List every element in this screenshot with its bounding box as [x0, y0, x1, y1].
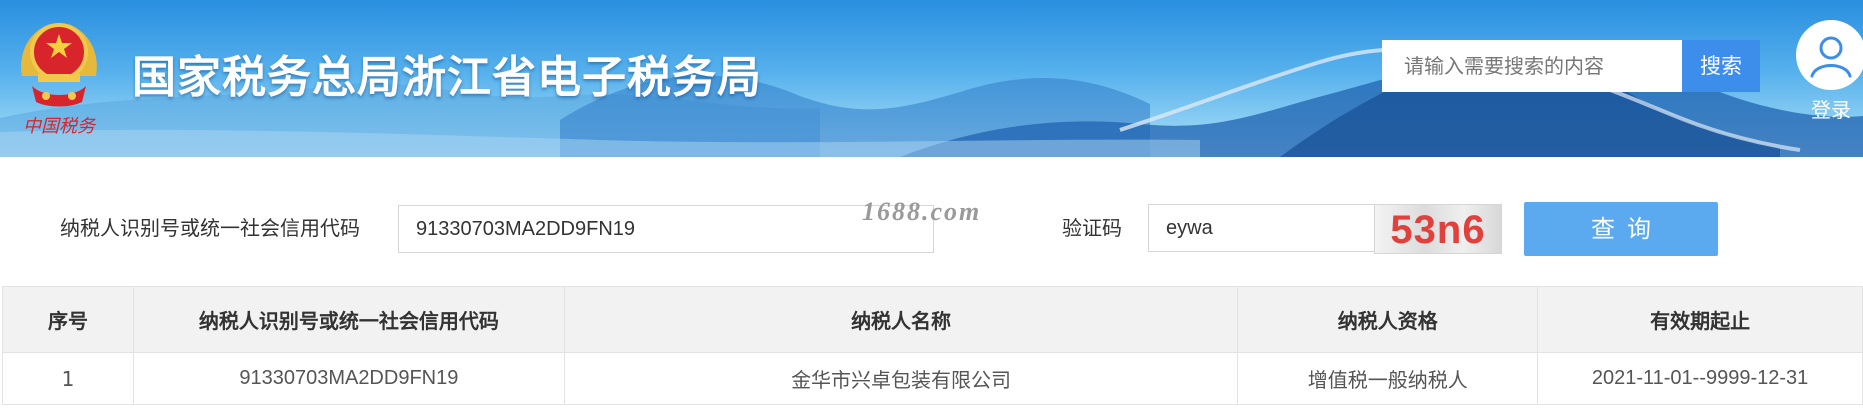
login-label[interactable]: 登录 — [1796, 94, 1863, 123]
cell-qualification: 增值税一般纳税人 — [1237, 352, 1539, 405]
taxpayer-id-input[interactable] — [398, 205, 934, 253]
captcha-image[interactable]: 53n6 — [1374, 204, 1502, 254]
cell-taxpayer-name: 金华市兴卓包装有限公司 — [563, 352, 1239, 405]
taxpayer-id-label: 纳税人识别号或统一社会信用代码 — [60, 216, 360, 240]
search-button[interactable]: 搜索 — [1682, 40, 1760, 92]
watermark-text: 1688.com — [862, 197, 982, 226]
site-title: 国家税务总局浙江省电子税务局 — [132, 52, 762, 103]
cell-taxpayer-id: 91330703MA2DD9FN19 — [132, 352, 565, 405]
captcha-input[interactable] — [1148, 204, 1374, 252]
national-emblem-icon: 中国税务 — [10, 14, 108, 138]
emblem-slogan: 中国税务 — [23, 116, 97, 137]
login-button[interactable]: 登录 — [1796, 20, 1863, 130]
column-header-taxpayer-id: 纳税人识别号或统一社会信用代码 — [132, 286, 565, 353]
table-header-row: 序号 纳税人识别号或统一社会信用代码 纳税人名称 纳税人资格 有效期起止 — [2, 286, 1863, 353]
captcha-label: 验证码 — [1062, 216, 1122, 240]
search-input[interactable] — [1382, 40, 1682, 92]
user-avatar-icon[interactable] — [1796, 20, 1863, 90]
column-header-validity: 有效期起止 — [1537, 286, 1863, 353]
column-header-taxpayer-name: 纳税人名称 — [563, 286, 1239, 353]
results-table: 序号 纳税人识别号或统一社会信用代码 纳税人名称 纳税人资格 有效期起止 1 9… — [2, 286, 1863, 405]
column-header-qualification: 纳税人资格 — [1237, 286, 1539, 353]
cell-validity: 2021-11-01--9999-12-31 — [1537, 352, 1863, 405]
column-header-index: 序号 — [2, 286, 134, 353]
header-banner: 中国税务 国家税务总局浙江省电子税务局 搜索 登录 — [0, 0, 1863, 157]
table-row: 1 91330703MA2DD9FN19 金华市兴卓包装有限公司 增值税一般纳税… — [2, 352, 1863, 405]
query-button[interactable]: 查询 — [1524, 202, 1718, 256]
cell-index: 1 — [2, 352, 134, 405]
